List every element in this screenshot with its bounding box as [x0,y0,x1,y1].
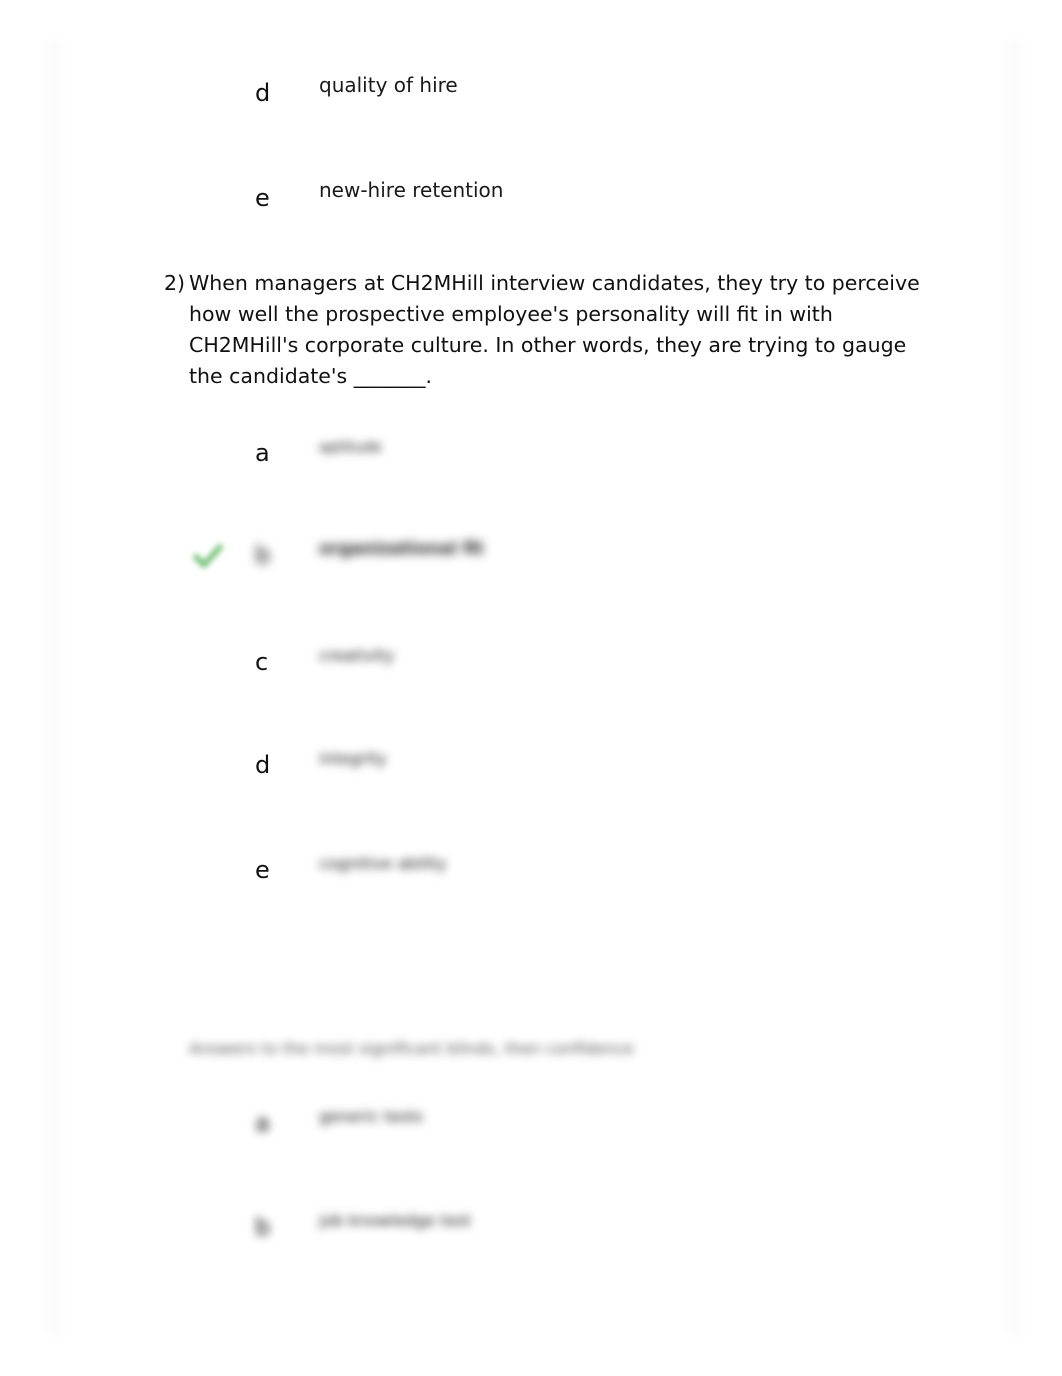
q1-option-d[interactable]: d quality of hire [0,73,1062,118]
option-text-obscured: generic tests [319,1107,423,1126]
question-text: When managers at CH2MHill interview cand… [189,271,920,388]
question-number: 2) [164,271,186,295]
question-2: 2) When managers at CH2MHill interview c… [164,268,924,392]
q2-option-e[interactable]: e cognitive ability [0,854,1062,895]
q1-option-e[interactable]: e new-hire retention [0,178,1062,223]
option-text-obscured: creativity [319,646,395,665]
q3-option-a[interactable]: a generic tests [0,1107,1062,1148]
option-letter: c [255,648,269,676]
q2-option-c[interactable]: c creativity [0,646,1062,687]
option-text: quality of hire [319,73,458,97]
q2-option-b[interactable]: b organizational fit [0,539,1062,580]
option-letter: b [255,541,271,569]
option-text-obscured: aptitude [319,438,382,456]
question-3-obscured: Answers to the most significant blinds, … [189,1039,634,1058]
option-text-obscured: integrity [319,749,387,768]
option-text-obscured: job knowledge test [319,1211,472,1230]
option-letter: e [255,184,270,212]
q3-option-b[interactable]: b job knowledge test [0,1211,1062,1252]
option-text-obscured: cognitive ability [319,854,447,873]
q2-option-a[interactable]: a aptitude [0,438,1062,478]
option-letter: d [255,751,271,779]
q2-option-d[interactable]: d integrity [0,749,1062,790]
option-letter: e [255,856,270,884]
option-letter: b [255,1213,271,1241]
option-letter: a [255,439,270,467]
option-text: new-hire retention [319,178,504,202]
correct-checkmark-icon [193,544,223,568]
option-letter: a [255,1109,270,1137]
option-text-obscured: organizational fit [319,539,484,559]
option-letter: d [255,79,271,107]
